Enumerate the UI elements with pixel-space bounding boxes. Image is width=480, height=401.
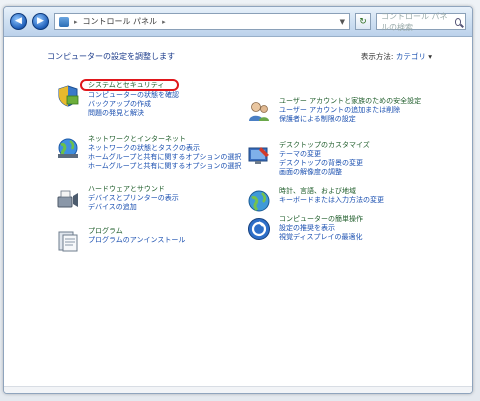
forward-button[interactable]: ▶: [32, 13, 49, 30]
ease-of-access-icon: [248, 218, 270, 240]
view-by-value[interactable]: カテゴリ: [396, 52, 426, 61]
task-link[interactable]: 設定の推奨を表示: [279, 224, 363, 232]
control-panel-window: ◀ ▶ ▸ コントロール パネル ▸ ▼ ↻ コントロール パネルの検索 コンピ…: [3, 6, 473, 394]
task-link[interactable]: 視覚ディスプレイの最適化: [279, 233, 363, 241]
task-link[interactable]: プログラムのアンインストール: [88, 236, 185, 244]
task-link[interactable]: バックアップの作成: [88, 100, 179, 108]
task-link[interactable]: テーマの変更: [279, 150, 370, 158]
task-link[interactable]: キーボードまたは入力方法の変更: [279, 196, 384, 204]
hardware-sound-icon: [57, 190, 78, 208]
task-link[interactable]: 保護者による制限の設定: [279, 115, 421, 123]
breadcrumb-separator-icon: ▸: [74, 17, 78, 26]
category-network-internet: ネットワークとインターネット ネットワークの状態とタスクの表示 ホームグループと…: [56, 135, 241, 170]
breadcrumb[interactable]: コントロール パネル: [83, 16, 158, 27]
search-icon[interactable]: [454, 17, 461, 26]
category-system-security: システムとセキュリティ コンピューターの状態を確認 バックアップの作成 問題の発…: [56, 79, 179, 117]
category-user-accounts: ユーザー アカウントと家族のための安全設定 ユーザー アカウントの追加または削除…: [247, 97, 421, 123]
category-link-clock-region[interactable]: 時計、言語、および地域: [279, 187, 384, 195]
refresh-button[interactable]: ↻: [355, 13, 371, 30]
task-link[interactable]: コンピューターの状態を確認: [88, 91, 179, 99]
user-accounts-icon: [249, 102, 269, 121]
task-link[interactable]: デバイスの追加: [88, 203, 179, 211]
task-link[interactable]: ホームグループと共有に関するオプションの選択: [88, 153, 241, 161]
chevron-down-icon[interactable]: ▼: [340, 18, 345, 26]
appearance-icon: [248, 147, 269, 164]
task-link[interactable]: ネットワークの状態とタスクの表示: [88, 144, 241, 152]
task-link[interactable]: デスクトップの背景の変更: [279, 159, 370, 167]
view-by-label: 表示方法:: [360, 52, 394, 61]
task-link[interactable]: デバイスとプリンターの表示: [88, 194, 179, 202]
search-placeholder: コントロール パネルの検索: [381, 11, 448, 32]
network-internet-icon: [58, 138, 78, 158]
category-link-appearance[interactable]: デスクトップのカスタマイズ: [279, 141, 370, 149]
task-link[interactable]: 画面の解像度の調整: [279, 168, 370, 176]
breadcrumb-separator-icon: ▸: [162, 17, 166, 26]
category-appearance: デスクトップのカスタマイズ テーマの変更 デスクトップの背景の変更 画面の解像度…: [247, 141, 370, 176]
chevron-down-icon[interactable]: ▾: [428, 52, 432, 61]
control-panel-icon: [59, 16, 69, 27]
category-link-system-security[interactable]: システムとセキュリティ: [80, 79, 179, 91]
task-link[interactable]: ユーザー アカウントの追加または削除: [279, 106, 421, 114]
clock-region-icon: [248, 190, 270, 212]
category-link-programs[interactable]: プログラム: [88, 227, 185, 235]
programs-icon: [58, 231, 78, 252]
control-panel-content: コンピューターの設定を調整します 表示方法: カテゴリ ▾ システムとセキュリテ…: [4, 37, 472, 393]
status-bar: [4, 386, 472, 393]
page-title: コンピューターの設定を調整します: [47, 52, 175, 61]
category-link-ease-of-access[interactable]: コンピューターの簡単操作: [279, 215, 363, 223]
view-by[interactable]: 表示方法: カテゴリ ▾: [361, 51, 432, 62]
task-link[interactable]: 問題の発見と解決: [88, 109, 179, 117]
category-link-hardware-sound[interactable]: ハードウェアとサウンド: [88, 185, 179, 193]
category-clock-region: 時計、言語、および地域 キーボードまたは入力方法の変更: [247, 187, 384, 213]
category-ease-of-access: コンピューターの簡単操作 設定の推奨を表示 視覚ディスプレイの最適化: [247, 215, 363, 241]
search-input[interactable]: コントロール パネルの検索: [376, 11, 466, 32]
back-button[interactable]: ◀: [10, 13, 27, 30]
category-programs: プログラム プログラムのアンインストール: [56, 227, 185, 253]
address-bar[interactable]: ▸ コントロール パネル ▸ ▼: [54, 13, 350, 30]
system-security-icon: [58, 85, 79, 107]
category-link-user-accounts[interactable]: ユーザー アカウントと家族のための安全設定: [279, 97, 421, 105]
task-link[interactable]: ホームグループと共有に関するオプションの選択: [88, 162, 241, 170]
navigation-bar: ◀ ▶ ▸ コントロール パネル ▸ ▼ ↻ コントロール パネルの検索: [4, 7, 472, 37]
category-hardware-sound: ハードウェアとサウンド デバイスとプリンターの表示 デバイスの追加: [56, 185, 179, 211]
category-link-network-internet[interactable]: ネットワークとインターネット: [88, 135, 241, 143]
